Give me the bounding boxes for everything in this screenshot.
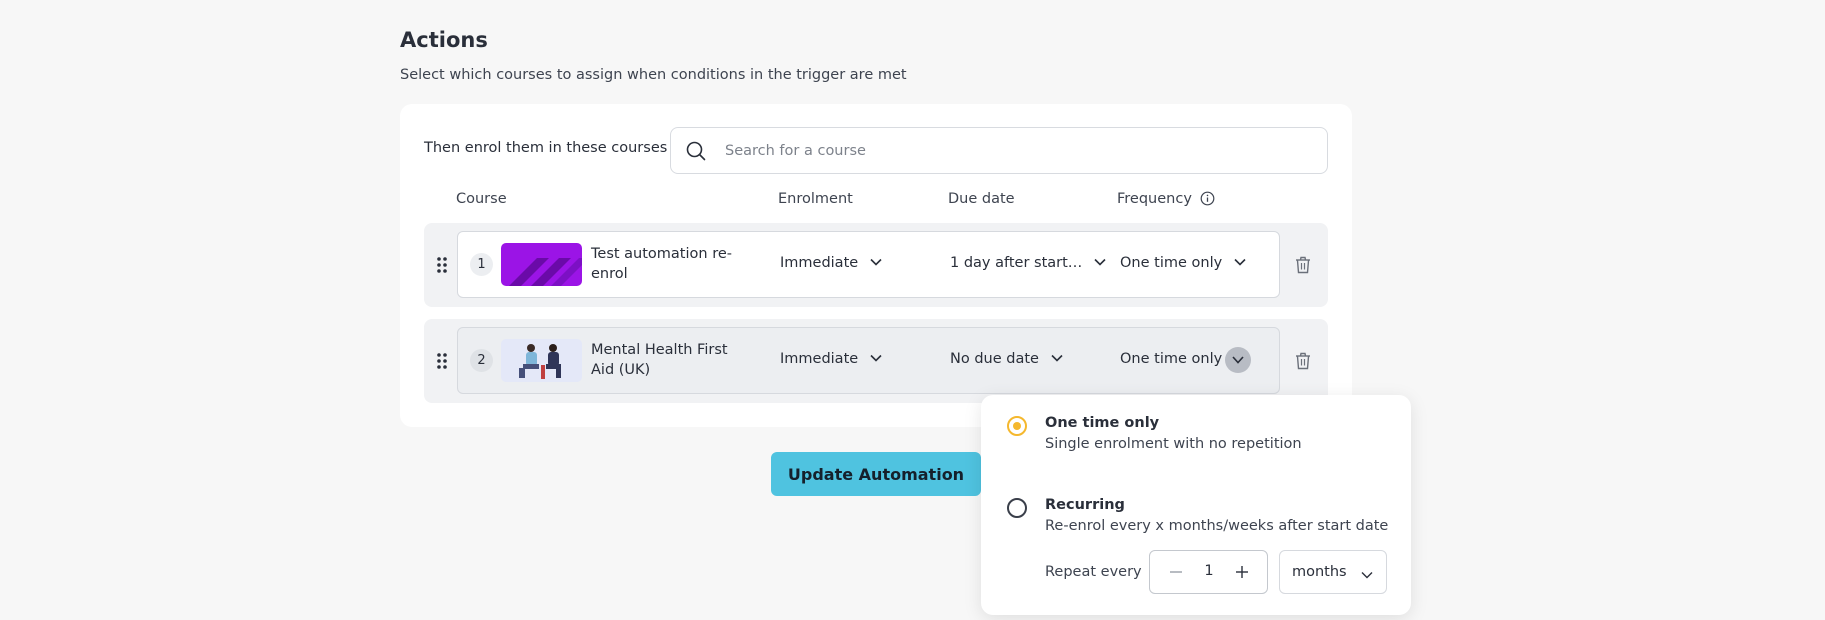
trash-icon[interactable] (1295, 352, 1311, 374)
column-frequency: Frequency (1117, 191, 1215, 210)
option-title[interactable]: Recurring (1045, 497, 1125, 513)
option-title[interactable]: One time only (1045, 415, 1159, 431)
chevron-down-icon (869, 255, 883, 273)
repeat-unit-select[interactable]: months (1279, 550, 1387, 594)
chevron-down-icon (1093, 255, 1107, 273)
course-search-box[interactable] (670, 127, 1328, 174)
due-date-value: 1 day after start… (950, 255, 1083, 271)
chevron-down-icon (869, 351, 883, 369)
enrolment-select[interactable]: Immediate (780, 255, 883, 273)
repeat-unit-value: months (1292, 564, 1347, 580)
frequency-value: One time only (1120, 255, 1223, 271)
frequency-menu: One time only Single enrolment with no r… (981, 395, 1411, 615)
column-course: Course (456, 191, 507, 207)
update-automation-button[interactable]: Update Automation (771, 452, 981, 496)
repeat-stepper: 1 (1149, 550, 1268, 594)
frequency-select[interactable]: One time only (1120, 255, 1247, 273)
option-description: Re-enrol every x months/weeks after star… (1045, 518, 1389, 534)
actions-subtitle: Select which courses to assign when cond… (400, 67, 907, 83)
radio-one-time-only[interactable] (1007, 416, 1027, 436)
enrolment-value: Immediate (780, 351, 859, 367)
enrolment-select[interactable]: Immediate (780, 351, 883, 369)
chevron-down-icon (1050, 351, 1064, 369)
course-search-input[interactable] (725, 128, 1315, 173)
minus-icon[interactable] (1168, 564, 1184, 580)
repeat-value[interactable]: 1 (1200, 563, 1218, 579)
course-row: 2 Mental Health First Aid (UK) Immediate… (424, 319, 1328, 403)
course-number: 1 (470, 253, 493, 276)
due-date-value: No due date (950, 351, 1039, 367)
actions-title: Actions (400, 28, 488, 52)
enrolment-value: Immediate (780, 255, 859, 271)
drag-handle-icon[interactable] (436, 352, 448, 374)
course-row: 1 Test automation re-enrol Immediate 1 d… (424, 223, 1328, 307)
due-date-select[interactable]: No due date (950, 351, 1064, 369)
drag-handle-icon[interactable] (436, 256, 448, 278)
due-date-select[interactable]: 1 day after start… (950, 255, 1107, 273)
radio-recurring[interactable] (1007, 498, 1027, 518)
option-description: Single enrolment with no repetition (1045, 436, 1302, 452)
course-row-card: 1 Test automation re-enrol Immediate 1 d… (457, 231, 1280, 298)
course-row-card: 2 Mental Health First Aid (UK) Immediate… (457, 327, 1280, 394)
course-name: Mental Health First Aid (UK) (591, 342, 728, 378)
info-icon[interactable] (1200, 191, 1215, 210)
course-number: 2 (470, 349, 493, 372)
search-icon (685, 140, 707, 166)
chevron-down-icon (1233, 255, 1247, 273)
actions-card: Then enrol them in these courses Course … (400, 104, 1352, 427)
column-enrolment: Enrolment (778, 191, 853, 207)
frequency-value: One time only (1120, 351, 1223, 367)
course-thumbnail (501, 243, 582, 286)
trash-icon[interactable] (1295, 256, 1311, 278)
column-due-date: Due date (948, 191, 1015, 207)
frequency-select[interactable]: One time only (1120, 351, 1222, 367)
column-frequency-label: Frequency (1117, 191, 1192, 207)
repeat-every-label: Repeat every (1045, 564, 1142, 580)
enrol-label: Then enrol them in these courses (424, 140, 668, 156)
chevron-down-icon[interactable] (1225, 347, 1251, 373)
chevron-down-icon (1360, 568, 1374, 586)
course-thumbnail (501, 339, 582, 382)
course-name: Test automation re-enrol (591, 246, 732, 282)
plus-icon[interactable] (1234, 564, 1250, 580)
